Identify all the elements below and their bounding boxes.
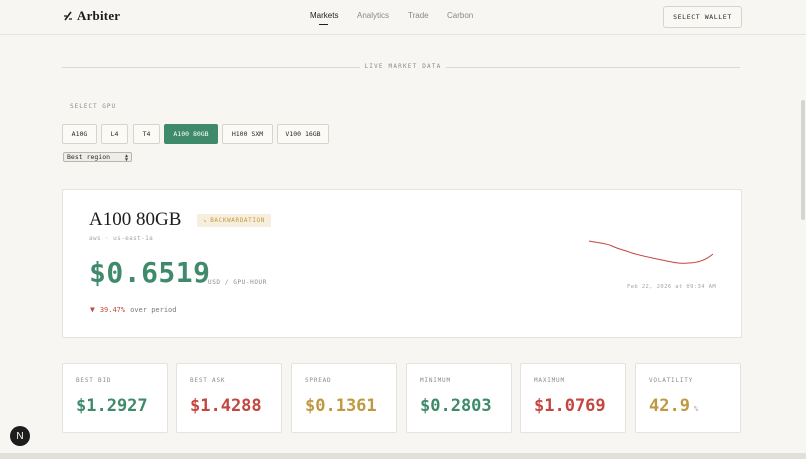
stat-value: $1.4288	[190, 396, 262, 416]
section-title: LIVE MARKET DATA	[364, 63, 442, 70]
price-sparkline	[588, 240, 714, 264]
stat-label: MAXIMUM	[534, 377, 565, 384]
stat-value-text: 42.9	[649, 396, 690, 416]
gpu-button-h100-sxm[interactable]: H100 SXM	[222, 124, 273, 144]
gpu-button-v100-16gb[interactable]: V100 16GB	[277, 124, 329, 144]
stat-value-text: $1.0769	[534, 396, 606, 416]
stat-card-maximum: MAXIMUM $1.0769	[520, 363, 626, 433]
gpu-button-a100-80gb[interactable]: A100 80GB	[164, 124, 218, 144]
region-select[interactable]: Best region ▲ ▼	[63, 152, 132, 163]
stat-card-volatility: VOLATILITY 42.9%	[635, 363, 741, 433]
top-nav-bar: Arbiter Markets Analytics Trade Carbon S…	[0, 0, 806, 35]
trend-down-arrow-icon: ↘	[203, 217, 208, 224]
change-percent: 39.47%	[99, 305, 126, 314]
stat-label: BEST BID	[76, 377, 112, 384]
nav-carbon[interactable]: Carbon	[447, 11, 473, 20]
dev-tools-n-button[interactable]: N	[10, 426, 30, 446]
last-updated-timestamp: Feb 22, 2026 at 09:34 AM	[627, 284, 717, 290]
price-unit: USD / GPU-HOUR	[208, 279, 267, 286]
stat-card-spread: SPREAD $0.1361	[291, 363, 397, 433]
nav-markets[interactable]: Markets	[310, 11, 338, 20]
status-badge-label: BACKWARDATION	[210, 217, 265, 224]
stat-card-best-ask: BEST ASK $1.4288	[176, 363, 282, 433]
updown-chevron-icon: ▲ ▼	[124, 153, 128, 163]
active-nav-indicator	[319, 24, 328, 25]
stat-value: 42.9%	[649, 396, 698, 416]
stat-label: MINIMUM	[420, 377, 451, 384]
stat-card-minimum: MINIMUM $0.2803	[406, 363, 512, 433]
stat-value: $0.2803	[420, 396, 492, 416]
stat-value: $1.0769	[534, 396, 606, 416]
stat-value-text: $1.4288	[190, 396, 262, 416]
stat-label: BEST ASK	[190, 377, 226, 384]
stat-label: VOLATILITY	[649, 377, 694, 384]
nav-trade[interactable]: Trade	[408, 11, 429, 20]
current-price: $0.6519	[89, 256, 211, 289]
change-period-label: over period	[130, 305, 177, 314]
sparkline-path	[588, 240, 714, 264]
down-triangle-icon: ▼	[90, 305, 95, 314]
gpu-button-a10g[interactable]: A10G	[62, 124, 97, 144]
stat-value-text: $0.2803	[420, 396, 492, 416]
select-gpu-label: SELECT GPU	[70, 103, 117, 110]
stat-label: SPREAD	[305, 377, 332, 384]
region-select-value: Best region	[67, 153, 111, 161]
price-change: ▼ 39.47% over period	[90, 305, 176, 314]
status-badge: ↘ BACKWARDATION	[197, 214, 271, 227]
stat-value-text: $1.2927	[76, 396, 148, 416]
stat-value: $1.2927	[76, 396, 148, 416]
market-summary-card: A100 80GB ↘ BACKWARDATION aws · us-east-…	[62, 189, 742, 338]
nav-analytics[interactable]: Analytics	[357, 11, 389, 20]
gpu-title: A100 80GB	[89, 209, 182, 230]
page-scrollbar[interactable]	[801, 100, 805, 220]
page-bottom-band	[0, 453, 806, 459]
stat-card-best-bid: BEST BID $1.2927	[62, 363, 168, 433]
gpu-button-t4[interactable]: T4	[133, 124, 160, 144]
region-subtitle: aws · us-east-1a	[89, 235, 154, 242]
gpu-button-l4[interactable]: L4	[101, 124, 128, 144]
stat-value: $0.1361	[305, 396, 377, 416]
stat-value-text: $0.1361	[305, 396, 377, 416]
select-wallet-button[interactable]: SELECT WALLET	[663, 6, 742, 28]
stat-unit: %	[693, 405, 699, 413]
